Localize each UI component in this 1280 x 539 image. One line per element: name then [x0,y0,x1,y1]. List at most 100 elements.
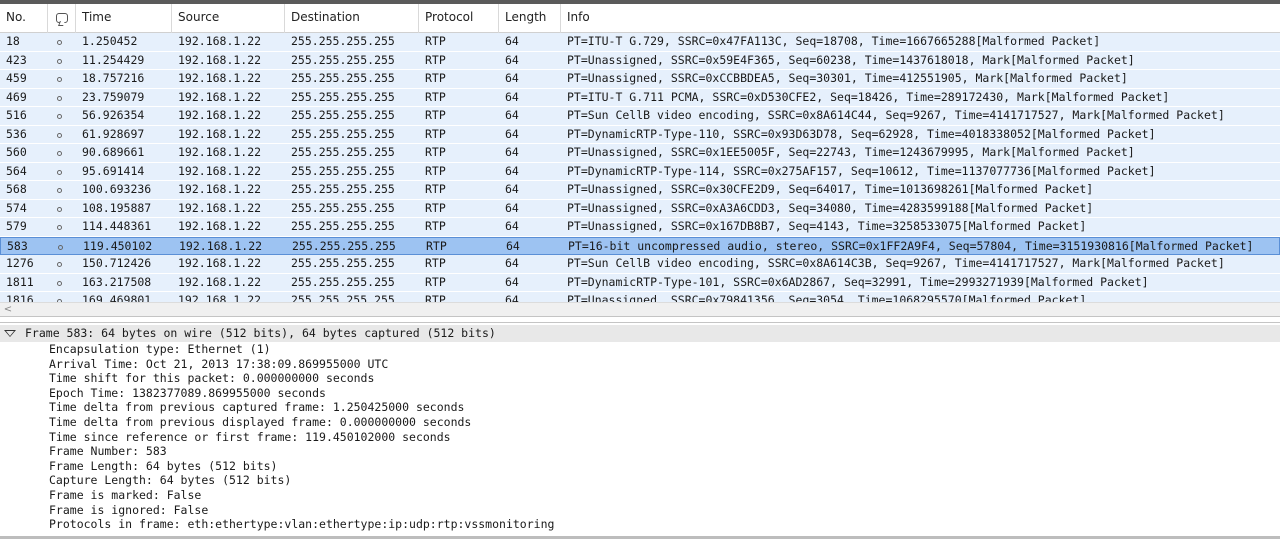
packet-source: 192.168.1.22 [178,293,262,302]
table-row[interactable]: 564 95.691414 192.168.1.22 255.255.255.255 R… [0,162,1280,181]
table-row[interactable]: 536 61.928697 192.168.1.22 255.255.255.255 R… [0,125,1280,144]
frame-tree-item[interactable]: Frame 583: 64 bytes on wire (512 bits), … [0,325,1280,342]
packet-list[interactable]: No. Time Source Destination Protocol Len… [0,4,1280,302]
column-header-destination[interactable]: Destination [285,4,419,33]
packet-number: 18 [6,34,20,48]
table-row[interactable]: 568 100.693236 192.168.1.22 255.255.255.255… [0,181,1280,200]
table-row[interactable]: 1816 169.469801 192.168.1.22 255.255.255.25… [0,292,1280,302]
packet-time: 61.928697 [82,126,145,141]
chevron-left-icon[interactable]: < [2,303,14,316]
packet-protocol: RTP [425,219,446,233]
horizontal-scrollbar[interactable]: < [0,302,1280,316]
dot-icon [57,206,62,212]
packet-source: 192.168.1.22 [178,274,262,289]
packet-marker [48,181,76,198]
packet-info: PT=16-bit uncompressed audio, stereo, SS… [568,238,1254,253]
dot-icon [57,95,62,101]
packet-info: PT=Sun CellB video encoding, SSRC=0x8A61… [567,256,1225,270]
table-row[interactable]: 423 11.254429 192.168.1.22 255.255.255.255 R… [0,51,1280,70]
packet-destination: 255.255.255.255 [291,219,395,233]
packet-time: 108.195887 [82,200,152,215]
packet-length: 64 [505,200,519,215]
packet-info: PT=Unassigned, SSRC=0x30CFE2D9, Seq=6401… [567,182,1094,196]
packet-source: 192.168.1.22 [178,108,262,122]
detail-field[interactable]: Capture Length: 64 bytes (512 bits) [49,473,554,488]
packet-length: 64 [505,163,519,178]
column-header-info[interactable]: Info [561,4,1280,33]
packet-protocol: RTP [426,238,447,253]
table-row[interactable]: 459 18.757216 192.168.1.22 255.255.255.255 R… [0,70,1280,89]
column-header-comment[interactable] [48,4,76,33]
table-row[interactable]: 1811 163.217508 192.168.1.22 255.255.255.25… [0,273,1280,292]
packet-source: 192.168.1.22 [178,256,262,270]
packet-number: 564 [6,163,27,178]
table-row[interactable]: 1276 150.712426 192.168.1.22 255.255.255.25… [0,255,1280,274]
dot-icon [57,225,62,230]
detail-field[interactable]: Encapsulation type: Ethernet (1) [49,342,554,357]
detail-field[interactable]: Frame Number: 583 [49,444,554,459]
packet-protocol: RTP [425,256,446,270]
packet-time: 150.712426 [82,256,152,270]
detail-field[interactable]: Protocols in frame: eth:ethertype:vlan:e… [49,517,554,532]
comment-icon [56,13,68,23]
column-header-length[interactable]: Length [499,4,561,33]
packet-info: PT=Unassigned, SSRC=0x167DB8B7, Seq=4143… [567,219,1087,233]
packet-number: 423 [6,52,27,67]
column-header-no[interactable]: No. [0,4,48,33]
detail-field[interactable]: Frame is marked: False [49,488,554,503]
table-row[interactable]: 574 108.195887 192.168.1.22 255.255.255.255… [0,199,1280,218]
packet-marker [48,126,76,143]
detail-field[interactable]: Time delta from previous displayed frame… [49,415,554,430]
packet-info: PT=ITU-T G.729, SSRC=0x47FA113C, Seq=187… [567,34,1101,48]
dot-icon [57,151,62,156]
packet-info: PT=Unassigned, SSRC=0x79841356, Seq=3054… [567,293,1087,302]
dot-icon [57,262,62,267]
packet-source: 192.168.1.22 [178,34,262,48]
packet-destination: 255.255.255.255 [291,89,395,104]
packet-number: 516 [6,108,27,122]
packet-length: 64 [505,256,519,270]
table-row[interactable]: 469 23.759079 192.168.1.22 255.255.255.255 R… [0,88,1280,107]
table-row[interactable]: 579 114.448361 192.168.1.22 255.255.255.255… [0,218,1280,237]
packet-destination: 255.255.255.255 [291,200,395,215]
packet-length: 64 [505,89,519,104]
packet-marker [49,238,77,255]
table-row[interactable]: 560 90.689661 192.168.1.22 255.255.255.255 R… [0,144,1280,163]
packet-time: 163.217508 [82,274,152,289]
detail-field[interactable]: Time since reference or first frame: 119… [49,430,554,445]
packet-number: 1276 [6,256,34,270]
table-row[interactable]: 516 56.926354 192.168.1.22 255.255.255.255 R… [0,107,1280,126]
packet-length: 64 [505,145,519,159]
packet-info: PT=ITU-T G.711 PCMA, SSRC=0xD530CFE2, Se… [567,89,1170,104]
packet-length: 64 [505,108,519,122]
packet-marker [48,218,76,235]
packet-time: 90.689661 [82,145,145,159]
column-header-source[interactable]: Source [172,4,285,33]
column-header-time[interactable]: Time [76,4,172,33]
packet-destination: 255.255.255.255 [291,126,395,141]
packet-destination: 255.255.255.255 [291,293,395,302]
packet-info: PT=Unassigned, SSRC=0xA3A6CDD3, Seq=3408… [567,200,1094,215]
table-row[interactable]: 18 1.250452 192.168.1.22 255.255.255.255 RTP… [0,33,1280,52]
packet-marker [48,144,76,161]
packet-protocol: RTP [425,126,446,141]
detail-field[interactable]: Arrival Time: Oct 21, 2013 17:38:09.8699… [49,357,554,372]
detail-field[interactable]: Time shift for this packet: 0.000000000 … [49,371,554,386]
detail-field[interactable]: Frame is ignored: False [49,503,554,518]
packet-source: 192.168.1.22 [178,126,262,141]
packet-rows: 18 1.250452 192.168.1.22 255.255.255.255 RTP… [0,33,1280,302]
column-header-protocol[interactable]: Protocol [419,4,499,33]
packet-number: 1816 [6,293,34,302]
pane-splitter[interactable] [0,316,1280,323]
packet-protocol: RTP [425,145,446,159]
packet-destination: 255.255.255.255 [291,274,395,289]
packet-time: 56.926354 [82,108,145,122]
packet-protocol: RTP [425,200,446,215]
table-row[interactable]: 583 119.450102 192.168.1.22 255.255.255.255… [0,236,1280,255]
packet-source: 192.168.1.22 [178,163,262,178]
detail-field[interactable]: Frame Length: 64 bytes (512 bits) [49,459,554,474]
triangle-down-icon[interactable] [4,330,16,337]
detail-field[interactable]: Epoch Time: 1382377089.869955000 seconds [49,386,554,401]
detail-field[interactable]: Time delta from previous captured frame:… [49,400,554,415]
packet-number: 469 [6,89,27,104]
